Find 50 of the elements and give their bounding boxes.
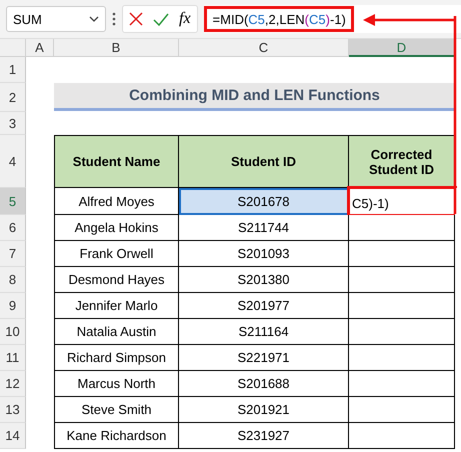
table-cell: S201688 bbox=[179, 371, 349, 397]
table-cell: S201678 bbox=[179, 188, 349, 215]
column-heading: Student Name bbox=[54, 135, 179, 188]
column-header[interactable]: A bbox=[26, 39, 54, 57]
table-cell: Desmond Hayes bbox=[54, 267, 179, 293]
column-heading: Student ID bbox=[179, 135, 349, 188]
row-header[interactable]: 11 bbox=[0, 345, 26, 371]
table-cell: S201977 bbox=[179, 293, 349, 319]
row-header[interactable]: 2 bbox=[0, 83, 26, 112]
cancel-icon[interactable] bbox=[129, 12, 143, 26]
row-header[interactable]: 14 bbox=[0, 423, 26, 449]
row-header[interactable]: 4 bbox=[0, 135, 26, 188]
editing-cell[interactable]: C5)-1) bbox=[349, 188, 455, 215]
column-heading: Corrected Student ID bbox=[349, 135, 455, 188]
insert-function-button[interactable]: fx bbox=[179, 10, 191, 28]
table-cell: Richard Simpson bbox=[54, 345, 179, 371]
row-header[interactable]: 12 bbox=[0, 371, 26, 397]
table-cell: Kane Richardson bbox=[54, 423, 179, 449]
table-cell: S231927 bbox=[179, 423, 349, 449]
table-cell: Frank Orwell bbox=[54, 241, 179, 267]
check-icon[interactable] bbox=[153, 12, 169, 26]
table-cell: Natalia Austin bbox=[54, 319, 179, 345]
table-cell: S211744 bbox=[179, 215, 349, 241]
column-header[interactable]: D bbox=[349, 39, 455, 57]
table-cell: Angela Hokins bbox=[54, 215, 179, 241]
sheet-title: Combining MID and LEN Functions bbox=[54, 83, 455, 111]
row-header[interactable]: 5 bbox=[0, 188, 26, 215]
row-header[interactable]: 9 bbox=[0, 293, 26, 319]
column-header[interactable]: B bbox=[54, 39, 179, 57]
table-cell: Marcus North bbox=[54, 371, 179, 397]
formula-field[interactable]: =MID(C5,2,LEN(C5)-1) bbox=[204, 6, 354, 32]
row-header[interactable]: 10 bbox=[0, 319, 26, 345]
table-cell: Alfred Moyes bbox=[54, 188, 179, 215]
more-options-icon[interactable] bbox=[112, 12, 116, 26]
table-cell: Jennifer Marlo bbox=[54, 293, 179, 319]
chevron-icon bbox=[89, 16, 99, 22]
table-cell: S221971 bbox=[179, 345, 349, 371]
table-cell: S201921 bbox=[179, 397, 349, 423]
table-cell: S211164 bbox=[179, 319, 349, 345]
row-header[interactable]: 6 bbox=[0, 215, 26, 241]
row-header[interactable]: 8 bbox=[0, 267, 26, 293]
table-cell: S201380 bbox=[179, 267, 349, 293]
table-cell: Steve Smith bbox=[54, 397, 179, 423]
row-header[interactable]: 1 bbox=[0, 57, 26, 83]
row-header[interactable]: 13 bbox=[0, 397, 26, 423]
table-cell: S201093 bbox=[179, 241, 349, 267]
row-header[interactable]: 7 bbox=[0, 241, 26, 267]
name-box[interactable]: SUM bbox=[6, 6, 106, 32]
row-header[interactable]: 3 bbox=[0, 112, 26, 135]
column-header[interactable]: C bbox=[179, 39, 349, 57]
